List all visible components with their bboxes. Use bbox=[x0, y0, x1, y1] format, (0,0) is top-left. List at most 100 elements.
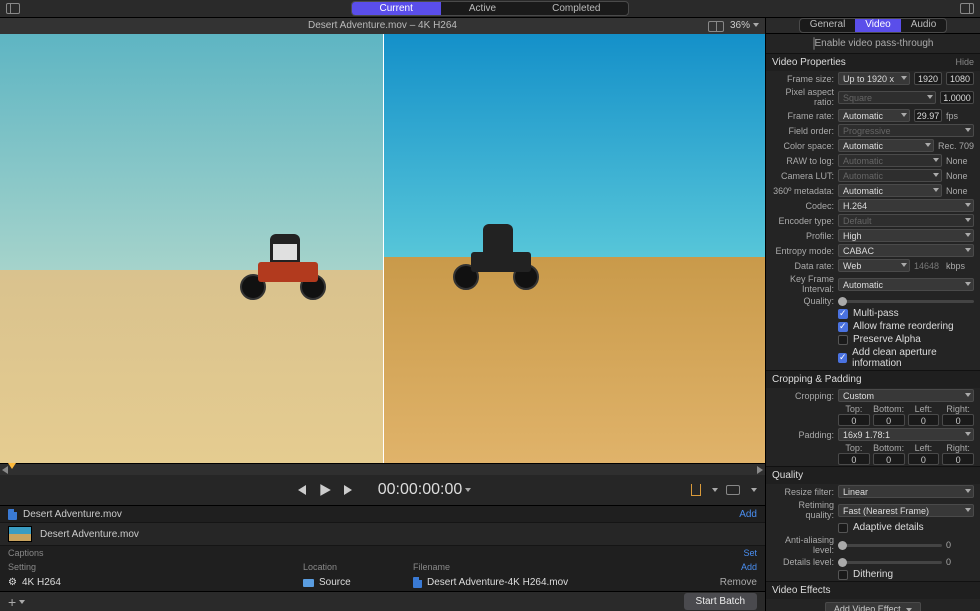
batch-area: Desert Adventure.mov Add Desert Adventur… bbox=[0, 505, 765, 591]
pixel-aspect-select: Square bbox=[838, 91, 936, 104]
pad-right[interactable]: 0 bbox=[942, 453, 974, 465]
raw-log-select: Automatic bbox=[838, 154, 942, 167]
alpha-checkbox[interactable] bbox=[838, 335, 848, 345]
frame-size-select[interactable]: Up to 1920 x 1080 bbox=[838, 72, 910, 85]
comparison-divider[interactable] bbox=[383, 34, 384, 463]
timecode[interactable]: 00:00:00:00 bbox=[378, 481, 472, 499]
add-output-button[interactable]: Add bbox=[707, 562, 757, 572]
encoder-select: Default bbox=[838, 214, 974, 227]
inspector-toggle-icon[interactable] bbox=[960, 3, 974, 14]
video-properties-header: Video Properties bbox=[772, 57, 846, 68]
crop-right[interactable]: 0 bbox=[942, 414, 974, 426]
tab-active[interactable]: Active bbox=[441, 2, 524, 15]
cropping-select[interactable]: Custom bbox=[838, 389, 974, 402]
batch-name: Desert Adventure.mov bbox=[23, 509, 122, 520]
pad-bottom[interactable]: 0 bbox=[873, 453, 905, 465]
chevron-down-icon bbox=[465, 488, 471, 492]
hide-button[interactable]: Hide bbox=[955, 57, 974, 68]
data-rate-select[interactable]: Web publishing bbox=[838, 259, 910, 272]
crop-top[interactable]: 0 bbox=[838, 414, 870, 426]
play-button[interactable] bbox=[318, 483, 332, 497]
chevron-down-icon bbox=[19, 600, 25, 604]
job-row[interactable]: Desert Adventure.mov bbox=[0, 522, 765, 546]
chevron-down-icon bbox=[906, 608, 912, 611]
add-effect-button[interactable]: Add Video Effect bbox=[825, 602, 921, 611]
pad-top[interactable]: 0 bbox=[838, 453, 870, 465]
add-button[interactable]: + bbox=[8, 594, 16, 610]
tab-general[interactable]: General bbox=[800, 19, 856, 32]
passthrough-checkbox[interactable] bbox=[813, 37, 815, 50]
field-order-select: Progressive bbox=[838, 124, 974, 137]
marker-icon[interactable] bbox=[691, 484, 701, 496]
multipass-checkbox[interactable] bbox=[838, 309, 848, 319]
quality-slider[interactable] bbox=[838, 300, 974, 303]
meta360-select[interactable]: Automatic bbox=[838, 184, 942, 197]
sidebar-toggle-icon[interactable] bbox=[6, 3, 20, 14]
dithering-checkbox[interactable] bbox=[838, 570, 848, 580]
profile-select[interactable]: High bbox=[838, 229, 974, 242]
folder-icon bbox=[303, 579, 314, 587]
keyframe-select[interactable]: Automatic bbox=[838, 278, 974, 291]
timeline[interactable] bbox=[0, 463, 765, 475]
prev-frame-button[interactable] bbox=[294, 483, 308, 497]
captions-label: Captions bbox=[8, 548, 303, 558]
col-setting: Setting bbox=[8, 562, 303, 572]
remove-output-button[interactable]: Remove bbox=[707, 577, 757, 588]
transport-controls: 00:00:00:00 bbox=[0, 475, 765, 505]
next-frame-button[interactable] bbox=[342, 483, 356, 497]
set-captions-button[interactable]: Set bbox=[707, 548, 757, 558]
cropping-header: Cropping & Padding bbox=[772, 374, 862, 385]
color-space-select[interactable]: Automatic bbox=[838, 139, 934, 152]
fps-field[interactable]: 29.97 bbox=[914, 109, 942, 122]
crop-left[interactable]: 0 bbox=[908, 414, 940, 426]
inspector-tabs[interactable]: General Video Audio bbox=[799, 18, 948, 33]
adaptive-checkbox[interactable] bbox=[838, 523, 848, 533]
add-batch-button[interactable]: Add bbox=[739, 509, 757, 520]
frame-rate-select[interactable]: Automatic bbox=[838, 109, 910, 122]
width-field[interactable]: 1920 bbox=[914, 72, 942, 85]
padding-select[interactable]: 16x9 1.78:1 bbox=[838, 428, 974, 441]
codec-select[interactable]: H.264 bbox=[838, 199, 974, 212]
tab-audio[interactable]: Audio bbox=[901, 19, 947, 32]
height-field[interactable]: 1080 bbox=[946, 72, 974, 85]
job-name: Desert Adventure.mov bbox=[40, 529, 139, 540]
inspector: General Video Audio Enable video pass-th… bbox=[765, 18, 980, 611]
zoom-level[interactable]: 36% bbox=[730, 18, 759, 34]
output-row[interactable]: ⚙4K H264 Source Desert Adventure-4K H264… bbox=[0, 574, 765, 591]
effects-header: Video Effects bbox=[772, 585, 831, 596]
preview-titlebar: Desert Adventure.mov – 4K H264 36% bbox=[0, 18, 765, 34]
split-layout-icon[interactable] bbox=[708, 21, 724, 32]
job-thumbnail bbox=[8, 526, 32, 542]
quality-header: Quality bbox=[772, 470, 803, 481]
tab-current[interactable]: Current bbox=[352, 2, 441, 15]
view-segmented[interactable]: Current Active Completed bbox=[351, 1, 630, 16]
entropy-select[interactable]: CABAC bbox=[838, 244, 974, 257]
retiming-select[interactable]: Fast (Nearest Frame) bbox=[838, 504, 974, 517]
aperture-checkbox[interactable] bbox=[838, 353, 847, 363]
col-filename: Filename bbox=[413, 562, 707, 572]
resize-select[interactable]: Linear bbox=[838, 485, 974, 498]
chevron-down-icon bbox=[751, 488, 757, 492]
reorder-checkbox[interactable] bbox=[838, 322, 848, 332]
chevron-down-icon bbox=[712, 488, 718, 492]
footer: + Start Batch bbox=[0, 591, 765, 611]
crop-bottom[interactable]: 0 bbox=[873, 414, 905, 426]
details-slider[interactable] bbox=[838, 561, 942, 564]
chevron-down-icon bbox=[753, 23, 759, 27]
pixel-aspect-field: 1.0000 bbox=[940, 91, 974, 104]
pad-left[interactable]: 0 bbox=[908, 453, 940, 465]
col-location: Location bbox=[303, 562, 413, 572]
playhead[interactable] bbox=[8, 463, 16, 469]
video-preview bbox=[0, 34, 765, 463]
compare-icon[interactable] bbox=[726, 485, 740, 495]
camera-lut-select: Automatic bbox=[838, 169, 942, 182]
document-icon bbox=[413, 577, 422, 588]
gear-icon: ⚙ bbox=[8, 577, 17, 588]
preview-title: Desert Adventure.mov – 4K H264 bbox=[308, 20, 457, 31]
antialias-slider[interactable] bbox=[838, 544, 942, 547]
start-batch-button[interactable]: Start Batch bbox=[684, 593, 757, 610]
tab-video[interactable]: Video bbox=[855, 19, 900, 32]
tab-completed[interactable]: Completed bbox=[524, 2, 628, 15]
document-icon bbox=[8, 509, 17, 520]
main-toolbar: Current Active Completed bbox=[0, 0, 980, 18]
